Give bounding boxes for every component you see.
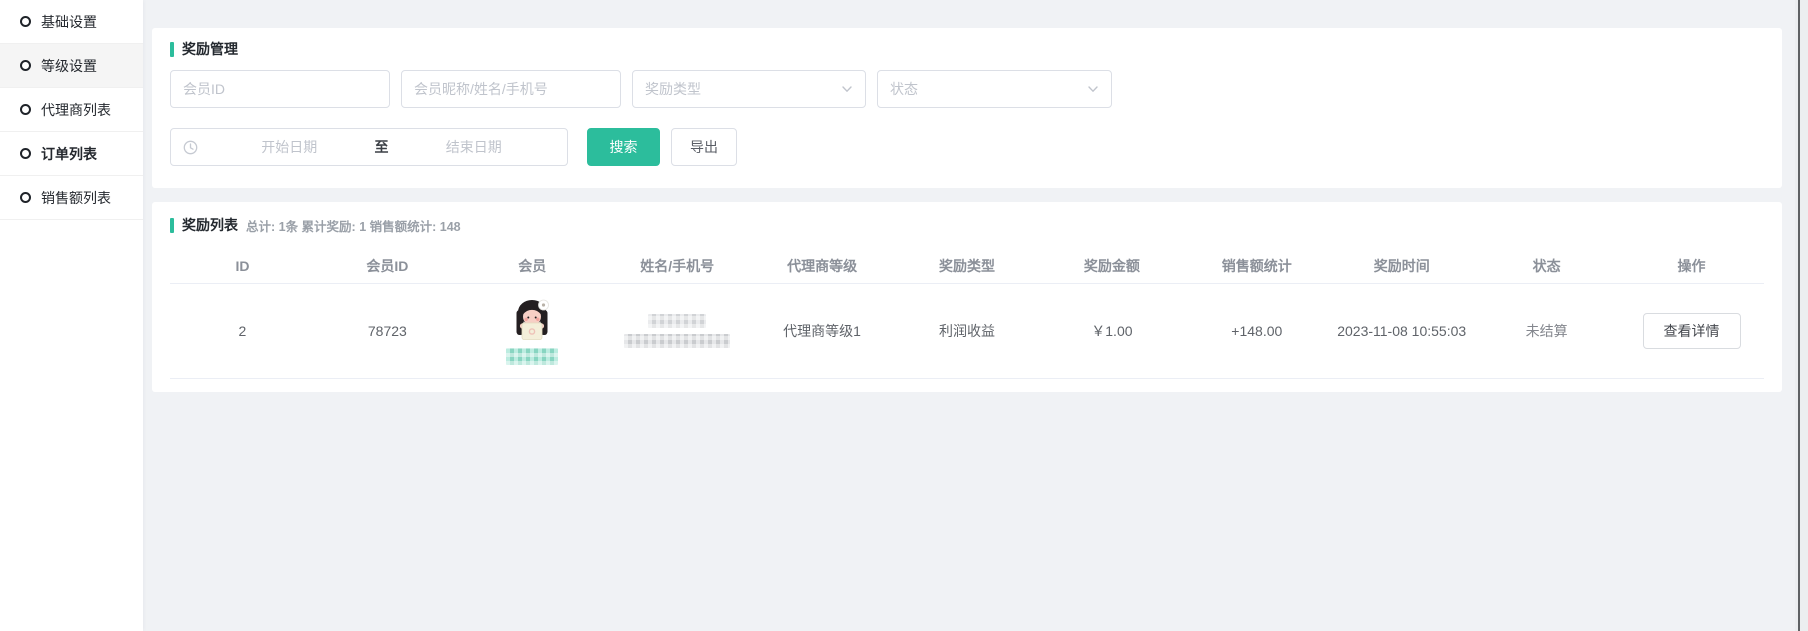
- column-header-agent-level: 代理商等级: [750, 256, 895, 276]
- end-date-input[interactable]: [393, 139, 556, 155]
- reward-type-select-value: 奖励类型: [645, 79, 701, 99]
- column-header-name-phone: 姓名/手机号: [605, 256, 750, 276]
- scrollbar-thumb[interactable]: [1798, 0, 1800, 631]
- table-header-row: ID 会员ID 会员 姓名/手机号 代理商等级 奖励类型 奖励金额 销售额统计 …: [170, 248, 1764, 284]
- list-title: 奖励列表: [182, 215, 238, 235]
- date-separator-label: 至: [371, 137, 393, 157]
- column-header-status: 状态: [1474, 256, 1619, 276]
- cell-reward-type: 利润收益: [895, 321, 1040, 341]
- scrollbar-track: [1795, 0, 1808, 631]
- sidebar-item-label: 销售额列表: [41, 188, 111, 208]
- column-header-reward-type: 奖励类型: [895, 256, 1040, 276]
- list-summary: 总计: 1条 累计奖励: 1 销售额统计: 148: [246, 216, 461, 235]
- start-date-input[interactable]: [208, 139, 371, 155]
- table-row: 2 78723: [170, 284, 1764, 379]
- view-details-button[interactable]: 查看详情: [1643, 313, 1741, 349]
- chevron-down-icon: [841, 83, 853, 95]
- column-header-member-id: 会员ID: [315, 256, 460, 276]
- cell-reward-amount: ￥1.00: [1039, 321, 1184, 341]
- sidebar-item-agent-list[interactable]: 代理商列表: [0, 88, 143, 132]
- reward-table: ID 会员ID 会员 姓名/手机号 代理商等级 奖励类型 奖励金额 销售额统计 …: [170, 248, 1764, 379]
- member-phone-censored: [624, 334, 730, 348]
- status-select[interactable]: 状态: [877, 70, 1112, 108]
- radio-circle-icon: [20, 104, 31, 115]
- reward-time-text: 2023-11-08 10:55:03: [1337, 321, 1466, 342]
- chevron-down-icon: [1087, 83, 1099, 95]
- column-header-action: 操作: [1619, 256, 1764, 276]
- member-nickname-censored: [506, 348, 558, 365]
- cell-agent-level: 代理商等级1: [750, 321, 895, 341]
- cell-action: 查看详情: [1619, 313, 1764, 349]
- column-header-member: 会员: [460, 256, 605, 276]
- reward-type-select[interactable]: 奖励类型: [632, 70, 866, 108]
- sidebar-item-basic-settings[interactable]: 基础设置: [0, 0, 143, 44]
- sidebar-item-label: 等级设置: [41, 56, 97, 76]
- member-query-input[interactable]: [401, 70, 621, 108]
- member-name-censored: [648, 314, 706, 328]
- search-button[interactable]: 搜索: [587, 128, 660, 166]
- status-select-value: 状态: [890, 79, 918, 99]
- accent-bar: [170, 218, 174, 233]
- radio-circle-icon: [20, 16, 31, 27]
- reward-list-panel: 奖励列表 总计: 1条 累计奖励: 1 销售额统计: 148 ID 会员ID 会…: [152, 202, 1782, 392]
- sidebar-item-sales-list[interactable]: 销售额列表: [0, 176, 143, 220]
- reward-filter-panel: 奖励管理 奖励类型 状态 至 搜索 导出: [152, 28, 1782, 188]
- cell-name-phone: [605, 314, 750, 348]
- sidebar-item-level-settings[interactable]: 等级设置: [0, 44, 143, 88]
- cell-reward-time: 2023-11-08 10:55:03: [1329, 321, 1474, 342]
- cell-status: 未结算: [1474, 321, 1619, 341]
- clock-icon: [183, 140, 198, 155]
- sidebar-item-label: 代理商列表: [41, 100, 111, 120]
- column-header-sales-total: 销售额统计: [1184, 256, 1329, 276]
- date-range-picker[interactable]: 至: [170, 128, 568, 166]
- column-header-id: ID: [170, 258, 315, 274]
- page-title: 奖励管理: [182, 39, 238, 59]
- column-header-reward-time: 奖励时间: [1329, 256, 1474, 276]
- sidebar: 基础设置 等级设置 代理商列表 订单列表 销售额列表: [0, 0, 143, 631]
- cell-sales-total: +148.00: [1184, 323, 1329, 339]
- radio-circle-icon: [20, 148, 31, 159]
- cell-id: 2: [170, 323, 315, 339]
- status-text: 未结算: [1526, 321, 1568, 341]
- sidebar-item-order-list[interactable]: 订单列表: [0, 132, 143, 176]
- member-avatar: [510, 297, 554, 341]
- export-button[interactable]: 导出: [671, 128, 737, 166]
- accent-bar: [170, 42, 174, 57]
- radio-circle-icon: [20, 192, 31, 203]
- member-id-input[interactable]: [170, 70, 390, 108]
- cell-member-id: 78723: [315, 323, 460, 339]
- cell-member: [460, 297, 605, 365]
- sidebar-item-label: 基础设置: [41, 12, 97, 32]
- column-header-reward-amount: 奖励金额: [1039, 256, 1184, 276]
- sidebar-item-label: 订单列表: [41, 144, 97, 164]
- radio-circle-icon: [20, 60, 31, 71]
